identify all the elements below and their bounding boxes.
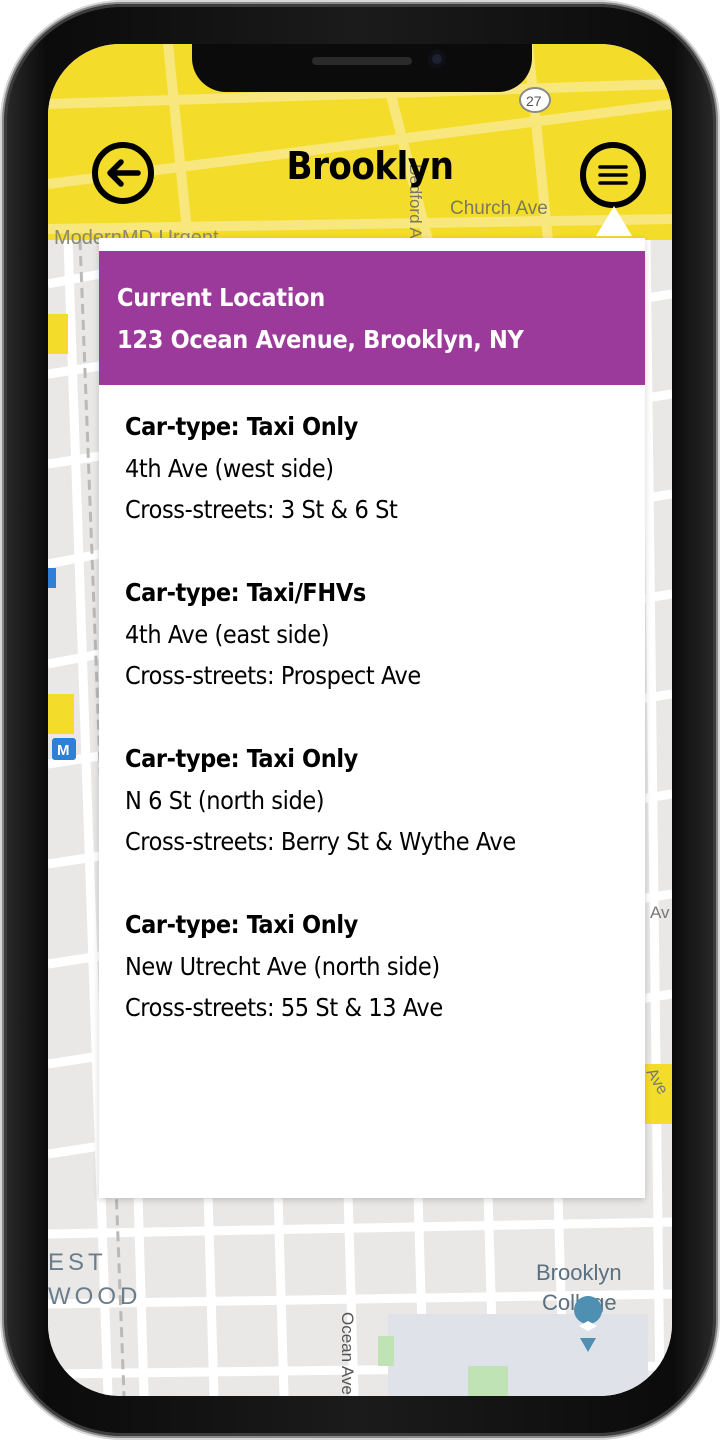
taxi-stands-panel: Current Location 123 Ocean Avenue, Brook… — [99, 238, 645, 1198]
page-title: Brooklyn — [286, 144, 454, 188]
car-type: Car-type: Taxi/FHVs — [125, 578, 366, 607]
kensington-label-2: WOOD — [48, 1283, 141, 1310]
stand-street: 4th Ave (east side) — [125, 619, 330, 649]
map-av-label: Av — [650, 903, 670, 922]
arrow-left-circle-icon — [107, 159, 141, 187]
current-location-heading: Current Location — [117, 283, 325, 312]
stand-street: New Utrecht Ave (north side) — [125, 951, 440, 981]
hamburger-menu-icon — [598, 165, 628, 185]
taxi-stand-item[interactable]: Car-type: Taxi/FHVs 4th Ave (east side) … — [125, 572, 625, 738]
car-type: Car-type: Taxi Only — [125, 412, 358, 441]
phone-notch — [192, 44, 532, 92]
car-type: Car-type: Taxi Only — [125, 910, 358, 939]
cross-streets: Cross-streets: 3 St & 6 St — [125, 495, 398, 524]
taxi-stand-item[interactable]: Car-type: Taxi Only New Utrecht Ave (nor… — [125, 904, 625, 1070]
front-camera — [428, 50, 446, 68]
stand-street: N 6 St (north side) — [125, 785, 325, 815]
stand-street: 4th Ave (west side) — [125, 453, 334, 483]
taxi-stand-list: Car-type: Taxi Only 4th Ave (west side) … — [125, 406, 625, 1070]
kensington-label-1: EST — [48, 1249, 107, 1276]
taxi-stand-item[interactable]: Car-type: Taxi Only 4th Ave (west side) … — [125, 406, 625, 572]
svg-text:M: M — [57, 742, 70, 759]
menu-button[interactable] — [580, 142, 646, 208]
brooklyn-college-label-1: Brooklyn — [536, 1260, 622, 1285]
phone-screen: 27 Church Ave ModernMD Urgent Bedford Av… — [48, 44, 672, 1396]
cross-streets: Cross-streets: Berry St & Wythe Ave — [125, 827, 516, 856]
app-header: Brooklyn — [48, 134, 672, 214]
subway-marker-1[interactable] — [48, 568, 56, 588]
ocean-ave-label: Ocean Ave — [338, 1312, 357, 1395]
panel-pointer — [596, 206, 632, 236]
speaker-grille — [312, 57, 412, 65]
cross-streets: Cross-streets: 55 St & 13 Ave — [125, 993, 443, 1022]
taxi-stand-item[interactable]: Car-type: Taxi Only N 6 St (north side) … — [125, 738, 625, 904]
current-location-card: Current Location 123 Ocean Avenue, Brook… — [99, 251, 645, 385]
back-button[interactable] — [92, 142, 154, 204]
route-27-label: 27 — [526, 93, 542, 109]
current-location-address: 123 Ocean Avenue, Brooklyn, NY — [117, 325, 524, 354]
cross-streets: Cross-streets: Prospect Ave — [125, 661, 421, 690]
car-type: Car-type: Taxi Only — [125, 744, 358, 773]
